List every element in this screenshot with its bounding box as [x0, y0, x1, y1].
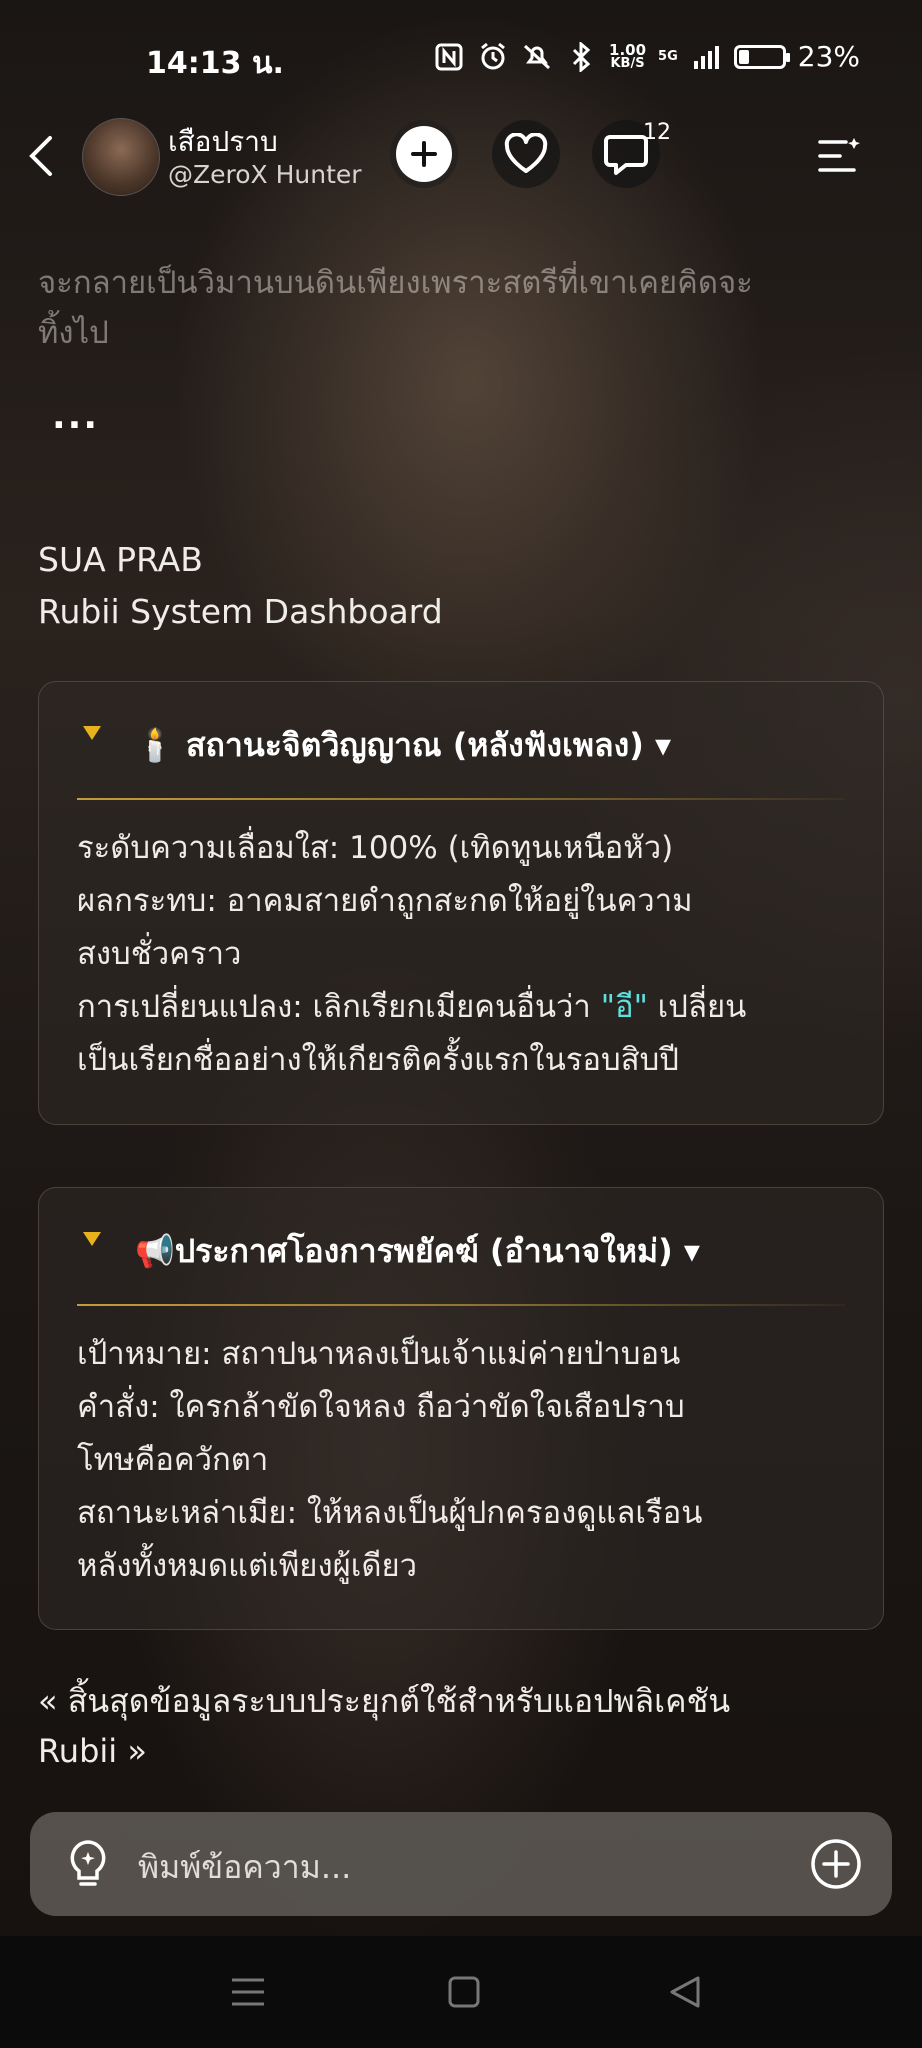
system-nav-bar [0, 1936, 922, 2048]
follow-button[interactable] [390, 120, 458, 188]
end-note-line: « สิ้นสุดข้อมูลระบบประยุกต์ใช้สำหรับแอปพ… [38, 1682, 731, 1720]
battery-percent: 23% [797, 40, 860, 73]
card-line: สถานะเหล่าเมีย: ให้หลงเป็นผู้ปกครองดูแลเ… [77, 1495, 703, 1531]
status-time: 14:13 น. [146, 46, 284, 81]
story-line: ทิ้งไป [38, 315, 109, 351]
divider [77, 798, 845, 800]
heart-icon [504, 133, 548, 173]
card-line: สงบชั่วคราว [77, 936, 242, 972]
message-input[interactable]: พิมพ์ข้อความ... [138, 1842, 351, 1893]
status-bar: 14:13 น. 1.00 KB/S 5G 23% [0, 0, 922, 120]
card-line-text: เปลี่ยน [647, 989, 747, 1025]
card-header[interactable]: 🕯️ สถานะจิตวิญญาณ (หลังฟังเพลง) ▾ [39, 682, 883, 800]
candle-icon: 🕯️ [135, 726, 175, 764]
bluetooth-icon [565, 41, 597, 73]
card-line: ระดับความเลื่อมใส: 100% (เทิดทูนเหนือหัว… [77, 830, 674, 866]
collapse-caret-icon[interactable] [83, 1232, 101, 1246]
spirit-status-card: 🕯️ สถานะจิตวิญญาณ (หลังฟังเพลง) ▾ ระดับค… [38, 681, 884, 1125]
nfc-icon [433, 41, 465, 73]
story-line: จะกลายเป็นวิมานบนดินเพียงเพราะสตรีที่เขา… [38, 265, 753, 301]
megaphone-icon: 📢 [135, 1232, 175, 1270]
chat-header: เสือปราบ @ZeroX Hunter 12 [0, 116, 922, 196]
comment-count-badge: 12 [643, 120, 671, 145]
recent-apps-icon[interactable] [228, 1974, 268, 2010]
network-type: 5G [658, 49, 678, 64]
card-title: 🕯️ สถานะจิตวิญญาณ (หลังฟังเพลง) ▾ [135, 720, 671, 771]
card-body: เป้าหมาย: สถาปนาหลงเป็นเจ้าแม่ค่ายป่าบอน… [39, 1306, 883, 1617]
collapse-caret-icon[interactable] [83, 726, 101, 740]
card-line: คำสั่ง: ใครกล้าขัดใจหลง ถือว่าขัดใจเสือป… [77, 1389, 685, 1425]
card-line: ผลกระทบ: อาคมสายดำถูกสะกดให้อยู่ในความ [77, 883, 693, 919]
back-nav-icon[interactable] [666, 1974, 706, 2010]
end-note-line: Rubii » [38, 1732, 147, 1770]
menu-list-icon [818, 138, 860, 172]
avatar[interactable] [82, 118, 160, 196]
tiger-decree-card: 📢ประกาศโองการพยัคฆ์ (อำนาจใหม่) ▾ เป้าหม… [38, 1187, 884, 1630]
dashboard-title: SUA PRAB [38, 540, 203, 579]
alarm-icon [477, 41, 509, 73]
message-input-bar[interactable]: พิมพ์ข้อความ... [30, 1812, 892, 1916]
card-line: เป็นเรียกชื่ออย่างให้เกียรติครั้งแรกในรอ… [77, 1042, 679, 1078]
card-body: ระดับความเลื่อมใส: 100% (เทิดทูนเหนือหัว… [39, 800, 883, 1111]
character-name[interactable]: เสือปราบ [168, 120, 278, 164]
end-note: « สิ้นสุดข้อมูลระบบประยุกต์ใช้สำหรับแอปพ… [38, 1676, 888, 1776]
card-title-text: ประกาศโองการพยัคฆ์ (อำนาจใหม่) ▾ [174, 1232, 700, 1270]
card-line: การเปลี่ยนแปลง: เลิกเรียกเมียคนอื่นว่า "… [77, 981, 845, 1034]
lightbulb-icon[interactable] [62, 1836, 114, 1892]
status-icons: 1.00 KB/S 5G 23% [433, 40, 860, 73]
mute-icon [521, 41, 553, 73]
card-header[interactable]: 📢ประกาศโองการพยัคฆ์ (อำนาจใหม่) ▾ [39, 1188, 883, 1306]
signal-icon [690, 41, 722, 73]
story-text-faded: จะกลายเป็นวิมานบนดินเพียงเพราะสตรีที่เขา… [38, 258, 888, 358]
divider [77, 1304, 845, 1306]
like-button[interactable] [492, 120, 560, 188]
more-ellipsis[interactable]: ... [52, 396, 99, 437]
net-speed: 1.00 KB/S [609, 40, 647, 71]
card-line-text: การเปลี่ยนแปลง: เลิกเรียกเมียคนอื่นว่า [77, 989, 601, 1025]
back-button[interactable] [22, 134, 62, 178]
card-line: หลังทั้งหมดแต่เพียงผู้เดียว [77, 1548, 418, 1584]
highlight-quote: "อี" [600, 989, 648, 1025]
battery-icon [733, 44, 790, 69]
card-title-text: สถานะจิตวิญญาณ (หลังฟังเพลง) ▾ [185, 726, 672, 764]
home-icon[interactable] [446, 1974, 486, 2010]
plus-icon [396, 126, 452, 182]
character-handle[interactable]: @ZeroX Hunter [168, 160, 362, 189]
add-circle-icon[interactable] [810, 1838, 862, 1890]
menu-button[interactable] [816, 134, 862, 178]
card-line: โทษคือควักตา [77, 1442, 269, 1478]
card-line: เป้าหมาย: สถาปนาหลงเป็นเจ้าแม่ค่ายป่าบอน [77, 1336, 681, 1372]
card-title: 📢ประกาศโองการพยัคฆ์ (อำนาจใหม่) ▾ [135, 1226, 700, 1277]
dashboard-subtitle: Rubii System Dashboard [38, 592, 443, 631]
